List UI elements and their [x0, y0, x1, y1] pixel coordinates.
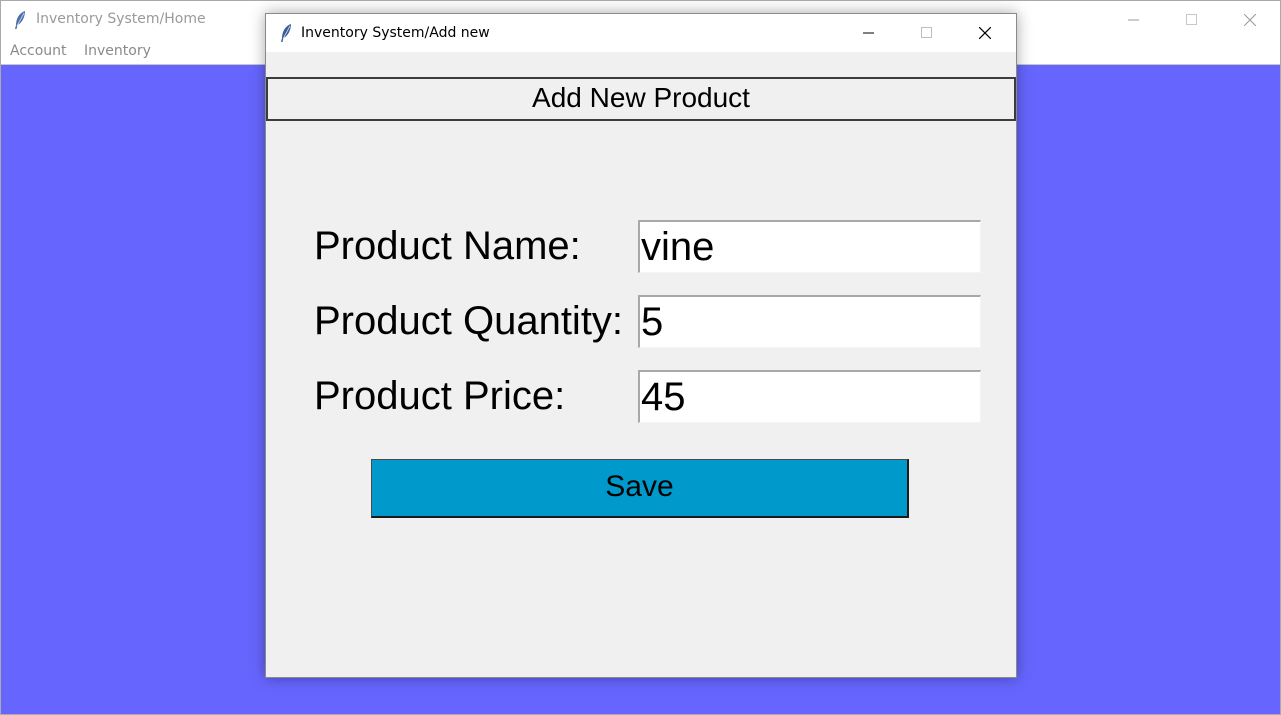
product-name-label: Product Name:: [314, 224, 581, 268]
minimize-icon: [863, 32, 874, 34]
main-close-button[interactable]: [1222, 1, 1280, 39]
product-quantity-label: Product Quantity:: [314, 299, 624, 343]
dialog-titlebar[interactable]: Inventory System/Add new: [266, 14, 1016, 52]
dialog-title: Inventory System/Add new: [301, 25, 490, 41]
add-product-dialog: Inventory System/Add new Add New Product…: [265, 13, 1017, 678]
maximize-icon: [1186, 14, 1197, 25]
save-button[interactable]: Save: [371, 459, 909, 518]
product-name-input[interactable]: [638, 220, 981, 273]
minimize-icon: [1128, 19, 1139, 21]
dialog-maximize-button[interactable]: [899, 14, 957, 52]
product-price-label: Product Price:: [314, 374, 566, 418]
close-icon: [1244, 14, 1256, 26]
dialog-header: Add New Product: [266, 77, 1016, 121]
menu-inventory[interactable]: Inventory: [84, 43, 151, 59]
dialog-minimize-button[interactable]: [841, 14, 899, 52]
feather-icon: [13, 10, 27, 30]
feather-icon: [279, 23, 293, 43]
main-window-title: Inventory System/Home: [36, 11, 206, 27]
dialog-close-button[interactable]: [957, 14, 1015, 52]
product-quantity-input[interactable]: [638, 295, 981, 348]
maximize-icon: [921, 27, 932, 38]
menu-account[interactable]: Account: [10, 43, 67, 59]
main-minimize-button[interactable]: [1106, 1, 1164, 39]
close-icon: [979, 27, 991, 39]
product-price-input[interactable]: [638, 370, 981, 423]
main-maximize-button[interactable]: [1164, 1, 1222, 39]
